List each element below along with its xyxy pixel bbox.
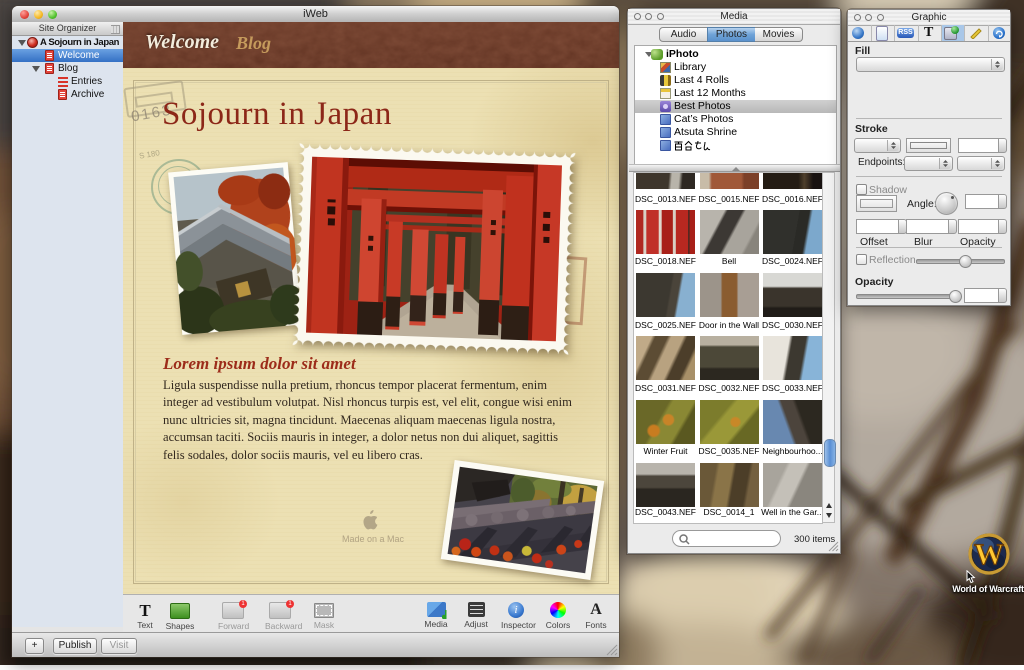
svg-text:W: W [974, 538, 1004, 571]
